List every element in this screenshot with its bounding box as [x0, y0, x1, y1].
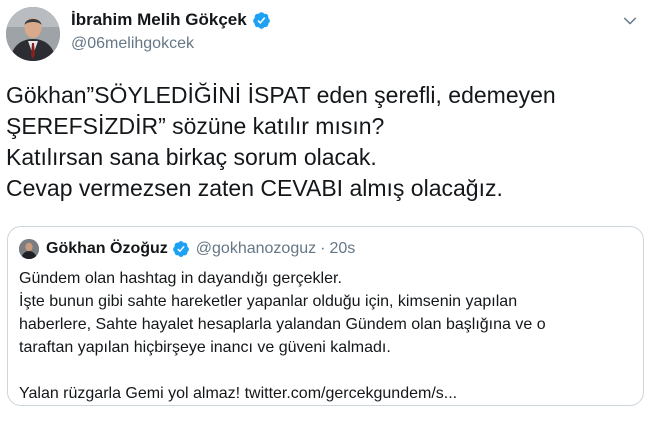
tweet-text: Gökhan”SÖYLEDİĞİNİ İSPAT eden şerefli, e…	[6, 80, 646, 204]
quoted-tweet[interactable]: Gökhan Özoğuz @gokhanozoguz · 20s Gündem…	[7, 226, 644, 406]
verified-badge-icon	[252, 11, 271, 30]
quoted-author-handle: @gokhanozoguz	[195, 240, 317, 257]
verified-badge-icon	[172, 240, 190, 258]
author-name-text: İbrahim Melih Gökçek	[71, 10, 247, 29]
user-avatar-icon	[6, 7, 60, 61]
quoted-text-line: taraftan yapılan hiçbirşeye inancı ve gü…	[19, 339, 391, 356]
quoted-text-line	[19, 359, 631, 382]
quoted-text-line: Yalan rüzgarla Gemi yol almaz! twitter.c…	[19, 385, 458, 402]
user-avatar-icon	[19, 239, 39, 259]
separator-dot: ·	[320, 240, 326, 257]
quoted-tweet-text: Gündem olan hashtag in dayandığı gerçekl…	[19, 267, 631, 405]
quoted-text-line: İşte bunun gibi sahte hareketler yapanla…	[19, 293, 518, 310]
quoted-text-line: Gündem olan hashtag in dayandığı gerçekl…	[19, 270, 342, 287]
quoted-author-name: Gökhan Özoğuz	[46, 240, 168, 257]
quoted-author-avatar	[19, 239, 39, 259]
quoted-tweet-header: Gökhan Özoğuz @gokhanozoguz · 20s	[19, 238, 355, 260]
tweet-card: İbrahim Melih Gökçek @06melihgokcek Gökh…	[0, 0, 653, 424]
quoted-timestamp: 20s	[329, 240, 356, 257]
author-avatar[interactable]	[6, 7, 60, 61]
chevron-down-icon[interactable]	[621, 12, 639, 30]
tweet-text-line: Katılırsan sana birkaç sorum olacak.	[6, 144, 377, 170]
quoted-text-line: haberlere, Sahte hayalet hesaplarla yala…	[19, 316, 546, 333]
tweet-text-line: Cevap vermezsen zaten CEVABI almış olaca…	[6, 175, 503, 201]
tweet-text-line: ŞEREFSİZDİR” sözüne katılır mısın?	[6, 113, 385, 139]
author-handle[interactable]: @06melihgokcek	[71, 35, 194, 53]
tweet-text-line: Gökhan”SÖYLEDİĞİNİ İSPAT eden şerefli, e…	[6, 82, 556, 108]
author-name[interactable]: İbrahim Melih Gökçek	[71, 10, 271, 30]
